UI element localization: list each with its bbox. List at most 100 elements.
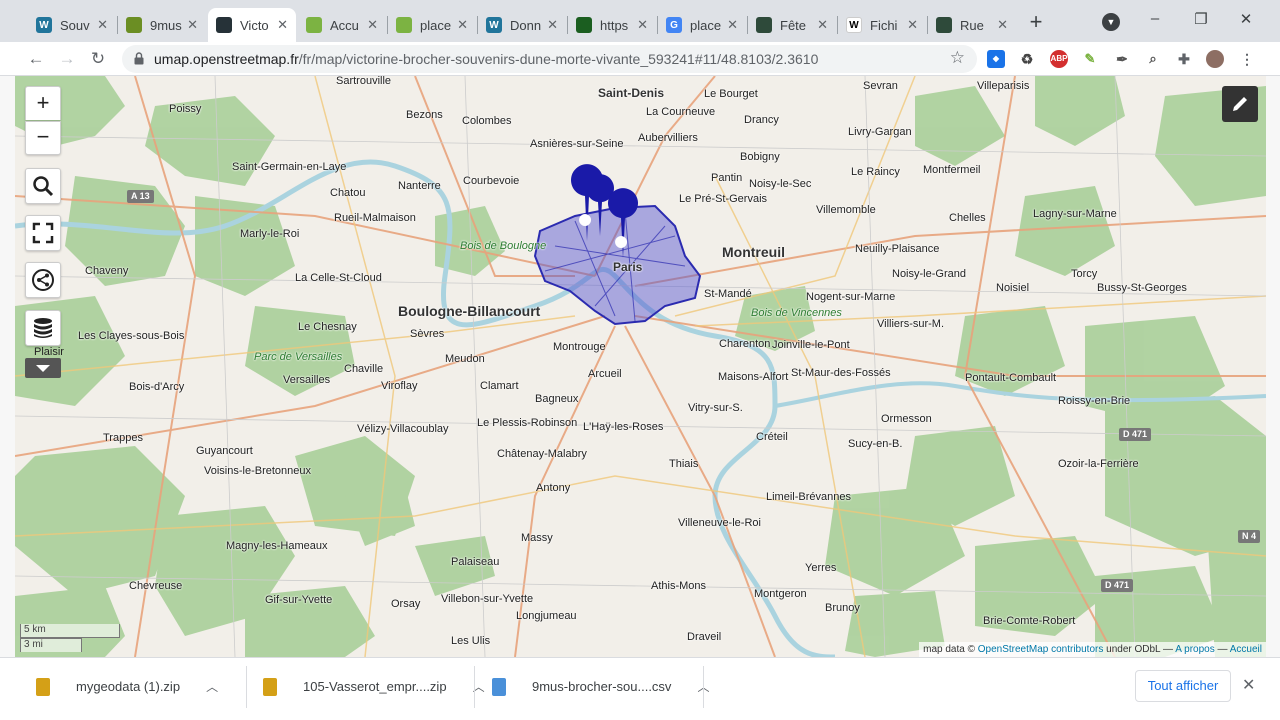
- address-bar[interactable]: umap.openstreetmap.fr/fr/map/victorine-b…: [122, 45, 977, 73]
- place-label: Nanterre: [398, 180, 441, 192]
- about-link[interactable]: A propos: [1175, 644, 1214, 655]
- tab[interactable]: https ✕: [568, 8, 656, 42]
- forward-button[interactable]: →: [55, 47, 79, 71]
- adblock-plus-icon[interactable]: ABP: [1050, 50, 1068, 68]
- minimize-icon[interactable]: –: [1143, 10, 1167, 32]
- map-viewport[interactable]: Saint-Denis Le Bourget Sevran Villeparisis S…: [15, 76, 1266, 657]
- place-label: Le Plessis-Robinson: [477, 417, 578, 429]
- edit-map-button[interactable]: [1222, 86, 1258, 122]
- tab-close-icon[interactable]: ✕: [277, 17, 288, 33]
- menu-kebab-icon[interactable]: ⋮: [1238, 50, 1256, 68]
- reload-button[interactable]: ↻: [86, 47, 110, 71]
- tab-close-icon[interactable]: ✕: [907, 17, 918, 33]
- place-label: Montgeron: [754, 588, 807, 600]
- zoom-in-button[interactable]: +: [25, 86, 61, 120]
- place-label: Créteil: [756, 431, 788, 443]
- tab[interactable]: W Fichi ✕: [838, 8, 926, 42]
- tab-close-icon[interactable]: ✕: [187, 17, 198, 33]
- place-label: L'Haÿ-les-Roses: [583, 421, 664, 433]
- extensions-puzzle-icon[interactable]: ✚: [1175, 50, 1193, 68]
- download-item[interactable]: mygeodata (1).zip ︿: [36, 658, 218, 715]
- place-label: Châtenay-Malabry: [497, 448, 587, 460]
- share-button[interactable]: [25, 262, 61, 298]
- tab[interactable]: 9mus ✕: [118, 8, 206, 42]
- tab[interactable]: Victo ✕: [208, 8, 296, 42]
- tab-title: Souv: [60, 17, 90, 33]
- place-label: Aubervilliers: [638, 132, 698, 144]
- close-downloads-bar-icon[interactable]: ✕: [1242, 675, 1255, 695]
- extension-plant-icon[interactable]: ✎: [1081, 50, 1099, 68]
- wordpress-icon: W: [36, 17, 52, 33]
- tab-title: place: [420, 17, 452, 33]
- show-all-downloads-button[interactable]: Tout afficher: [1135, 670, 1231, 702]
- place-label: Yerres: [805, 562, 837, 574]
- restore-icon[interactable]: ❐: [1189, 10, 1213, 32]
- place-label: Guyancourt: [196, 445, 253, 457]
- tab-close-icon[interactable]: ✕: [817, 17, 828, 33]
- osm-link[interactable]: OpenStreetMap contributors: [978, 644, 1104, 655]
- tab-close-icon[interactable]: ✕: [97, 17, 108, 33]
- place-label: Noisy-le-Sec: [749, 178, 812, 190]
- place-label: Villemomble: [816, 204, 876, 216]
- eyedropper-icon[interactable]: ✒: [1113, 50, 1131, 68]
- extension-cap-icon[interactable]: ◆: [987, 50, 1005, 68]
- tab[interactable]: Fête ✕: [748, 8, 836, 42]
- place-label: Ozoir-la-Ferrière: [1058, 458, 1139, 470]
- place-label: Bussy-St-Georges: [1097, 282, 1187, 294]
- map-scale: 5 km 3 mi: [20, 624, 120, 652]
- place-label: Bois de Boulogne: [460, 240, 547, 252]
- tab-close-icon[interactable]: ✕: [997, 17, 1008, 33]
- place-label: Charenton: [719, 338, 771, 350]
- download-item[interactable]: 9mus-brocher-sou....csv︿: [492, 658, 709, 715]
- place-label: Vélizy-Villacoublay: [357, 423, 449, 435]
- place-label: Sevran: [863, 80, 898, 92]
- close-window-icon[interactable]: ✕: [1234, 10, 1258, 32]
- tab-close-icon[interactable]: ✕: [727, 17, 738, 33]
- tab[interactable]: Accu ✕: [298, 8, 386, 42]
- home-link[interactable]: Accueil: [1230, 644, 1262, 655]
- tab-close-icon[interactable]: ✕: [637, 17, 648, 33]
- fullscreen-button[interactable]: [25, 215, 61, 251]
- zoom-extension-icon[interactable]: ⌕: [1144, 50, 1162, 68]
- place-label: Drancy: [744, 114, 779, 126]
- extension-recycle-icon[interactable]: ♻: [1018, 50, 1036, 68]
- site-icon: [936, 17, 952, 33]
- tab-separator: [387, 16, 388, 34]
- back-button[interactable]: ←: [24, 47, 48, 71]
- place-label: Lagny-sur-Marne: [1033, 208, 1117, 220]
- place-label: Versailles: [283, 374, 331, 386]
- place-label: Bois de Vincennes: [751, 307, 842, 319]
- tab[interactable]: W Donn ✕: [478, 8, 566, 42]
- tab-close-icon[interactable]: ✕: [457, 17, 468, 33]
- place-label: Torcy: [1071, 268, 1098, 280]
- tab-search-icon[interactable]: ▼: [1102, 13, 1120, 31]
- place-label: Sartrouville: [336, 76, 392, 87]
- bookmark-star-icon[interactable]: ☆: [950, 48, 965, 68]
- layers-button[interactable]: [25, 310, 61, 346]
- search-button[interactable]: [25, 168, 61, 204]
- csv-file-icon: [492, 677, 506, 696]
- place-label: Parc de Versailles: [254, 351, 343, 363]
- browser-window: W Souv ✕ 9mus ✕ Victo ✕ Accu ✕ place ✕ W Donn ✕ https ✕…: [0, 0, 1280, 720]
- place-label: Rueil-Malmaison: [334, 212, 416, 224]
- url-host: umap.openstreetmap.fr: [154, 51, 299, 67]
- tab-close-icon[interactable]: ✕: [367, 17, 378, 33]
- chevron-up-icon[interactable]: ︿: [206, 678, 218, 695]
- place-label: Boulogne-Billancourt: [398, 303, 541, 319]
- tab-title: 9mus: [150, 17, 182, 33]
- place-label: Pantin: [711, 172, 743, 184]
- more-controls-toggle[interactable]: [25, 358, 61, 378]
- zoom-out-button[interactable]: −: [25, 121, 61, 155]
- download-item[interactable]: 105-Vasserot_empr....zip ︿: [263, 658, 485, 715]
- place-label: Roissy-en-Brie: [1058, 395, 1131, 407]
- place-label: Chaville: [344, 363, 384, 375]
- new-tab-button[interactable]: +: [1024, 11, 1048, 35]
- tab[interactable]: place ✕: [388, 8, 476, 42]
- tab[interactable]: Gplace ✕: [658, 8, 746, 42]
- place-label: Chaveny: [85, 265, 129, 277]
- profile-avatar[interactable]: [1206, 50, 1224, 68]
- tab[interactable]: Rue ✕: [928, 8, 1016, 42]
- tab-close-icon[interactable]: ✕: [547, 17, 558, 33]
- tab-title: Fête: [780, 17, 807, 33]
- tab[interactable]: W Souv ✕: [28, 8, 116, 42]
